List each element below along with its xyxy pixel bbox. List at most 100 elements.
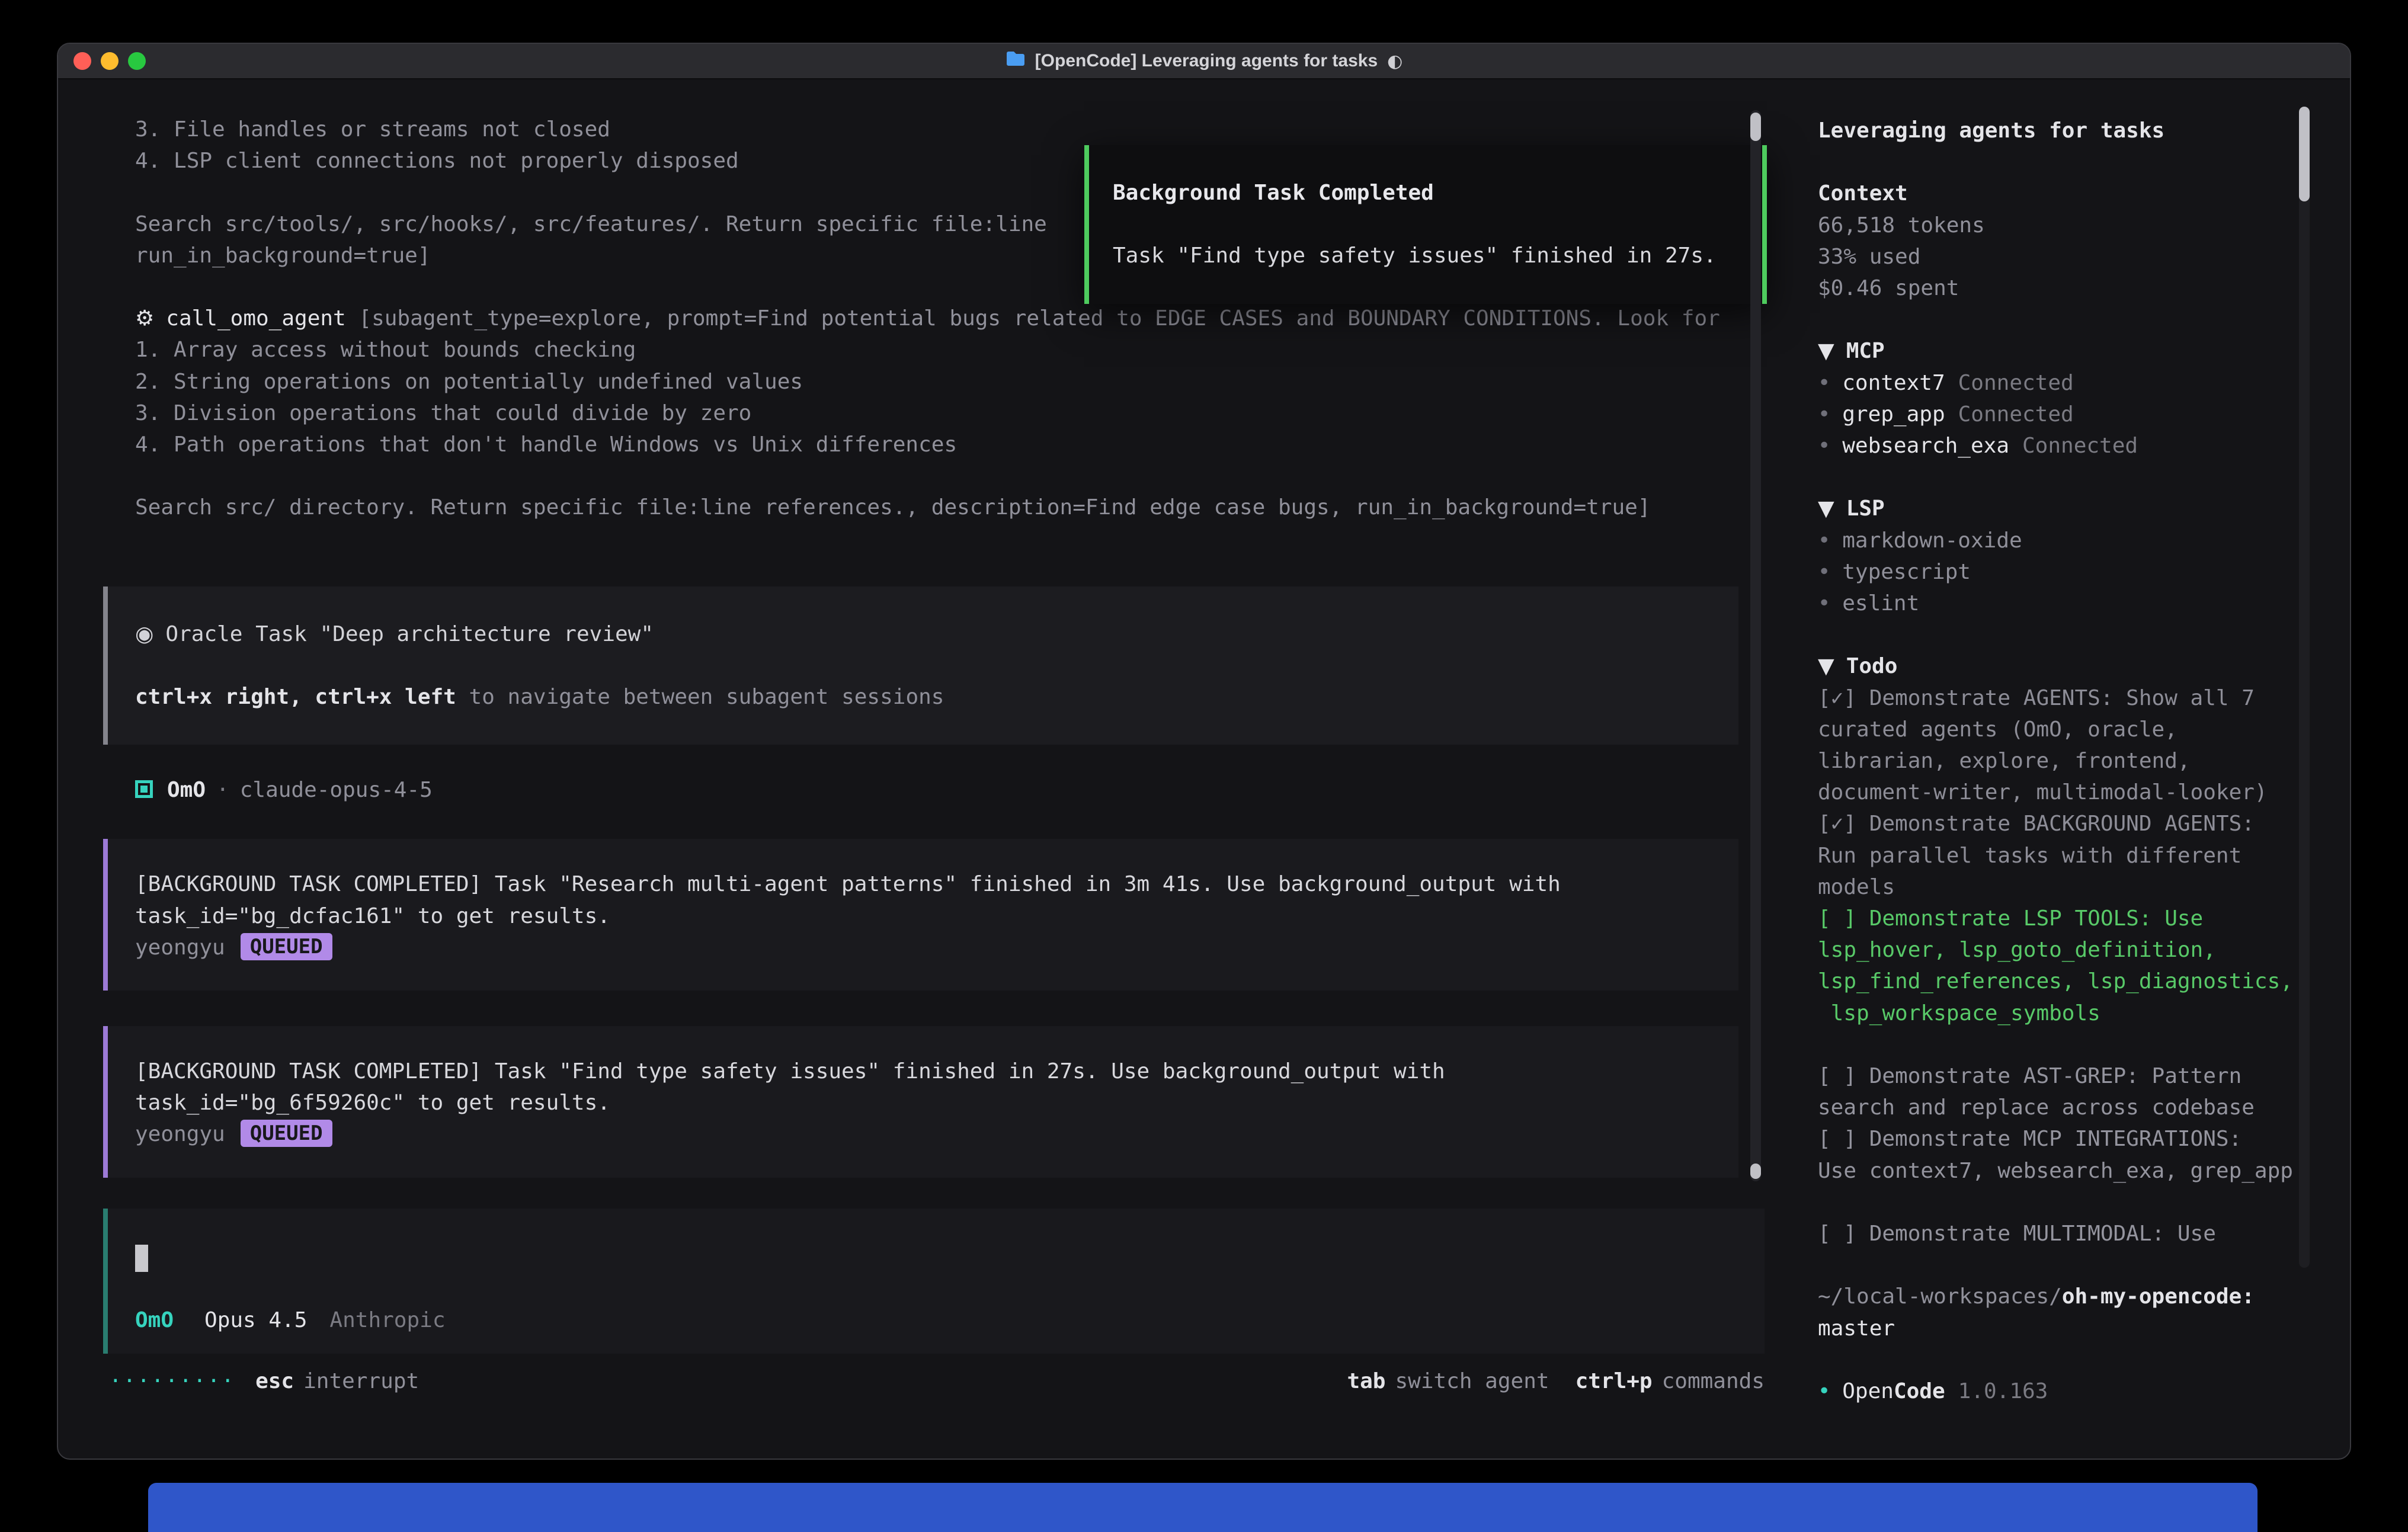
- prompt-input[interactable]: OmOOpus 4.5Anthropic: [103, 1209, 1765, 1354]
- bullet-icon: •: [1818, 434, 1830, 458]
- tab-key-hint: tab: [1347, 1369, 1385, 1393]
- mcp-status: Connected: [1958, 371, 2074, 395]
- oracle-title-line: ◉Oracle Task "Deep architecture review": [135, 618, 1738, 650]
- todo-item-line: [ ] Demonstrate MULTIMODAL: Use: [1818, 1218, 2351, 1249]
- active-model-name: Opus 4.5: [204, 1308, 307, 1332]
- traffic-lights: [58, 52, 146, 70]
- active-agent-name: OmO: [135, 1308, 174, 1332]
- titlebar[interactable]: [OpenCode] Leveraging agents for tasks◐: [58, 44, 2350, 79]
- status-left: ········· esc interrupt: [109, 1366, 419, 1397]
- blank-line: [1818, 304, 2351, 335]
- blank-line: [135, 1273, 1765, 1305]
- bullet-icon: •: [1818, 402, 1830, 427]
- lsp-item: • typescript: [1818, 556, 2351, 588]
- blank-line: [1818, 619, 2351, 650]
- todo-item-line: lsp_find_references, lsp_diagnostics,: [1818, 966, 2351, 997]
- message-line: [BACKGROUND TASK COMPLETED] Task "Find t…: [135, 1056, 1738, 1087]
- todo-item-line: document-writer, multimodal-looker): [1818, 777, 2351, 808]
- app-version: • OpenCode 1.0.163: [1818, 1376, 2351, 1407]
- brand-open: Open: [1842, 1379, 1894, 1403]
- message-line: [BACKGROUND TASK COMPLETED] Task "Resear…: [135, 868, 1738, 900]
- commands-key-label: commands: [1662, 1369, 1765, 1393]
- tool-call-line: ⚙call_omo_agent [subagent_type=explore, …: [103, 303, 1795, 334]
- scrollback-line: 3. File handles or streams not closed: [103, 114, 1795, 145]
- bullet-icon: •: [1818, 560, 1830, 584]
- version-number: 1.0.163: [1958, 1379, 2048, 1403]
- context-used: 33% used: [1818, 241, 2351, 273]
- scrollbar-thumb-bottom[interactable]: [1750, 1164, 1761, 1179]
- bullet-icon: •: [1818, 1379, 1830, 1403]
- scrollback-line: 3. Division operations that could divide…: [103, 398, 1795, 429]
- todo-item-line: [ ] Demonstrate LSP TOOLS: Use: [1818, 903, 2351, 934]
- scrollback-line: Search src/ directory. Return specific f…: [103, 492, 1795, 523]
- todo-item-line: lsp_workspace_symbols: [1818, 998, 2351, 1029]
- tool-args: [subagent_type=explore, prompt=Find pote…: [346, 306, 1720, 331]
- scrollbar-thumb[interactable]: [2299, 107, 2310, 201]
- sidebar-scrollbar[interactable]: [2299, 107, 2310, 1268]
- blank-line: [1113, 209, 1762, 240]
- todo-heading-label: Todo: [1846, 654, 1898, 678]
- blank-line: [1818, 146, 2351, 178]
- lsp-name: markdown-oxide: [1842, 528, 2022, 553]
- caret-down-icon: ▼: [1818, 339, 1834, 363]
- toast-title: Background Task Completed: [1113, 177, 1762, 209]
- close-button[interactable]: [73, 52, 91, 70]
- sidebar: Leveraging agents for tasks Context 66,5…: [1795, 81, 2351, 1459]
- lsp-heading-label: LSP: [1846, 496, 1885, 521]
- workspace-repo: oh-my-opencode:: [2062, 1284, 2255, 1309]
- chat-scrollbar[interactable]: [1750, 110, 1761, 1181]
- scrollbar-thumb[interactable]: [1750, 113, 1761, 141]
- background-task-message: [BACKGROUND TASK COMPLETED] Task "Resear…: [103, 839, 1738, 991]
- hint-text: to navigate between subagent sessions: [456, 685, 944, 709]
- caret-down-icon: ▼: [1818, 654, 1834, 678]
- agent-model: claude-opus-4-5: [240, 778, 433, 802]
- esc-key-label: interrupt: [303, 1369, 419, 1393]
- mcp-item: • grep_app Connected: [1818, 399, 2351, 430]
- zoom-button[interactable]: [128, 52, 146, 70]
- message-author: yeongyu: [135, 935, 225, 960]
- brand-code: Code: [1894, 1379, 1945, 1403]
- main-area: 3. File handles or streams not closed 4.…: [58, 81, 2350, 1459]
- session-title: Leveraging agents for tasks: [1818, 115, 2351, 146]
- minimize-button[interactable]: [101, 52, 119, 70]
- todo-heading: ▼ Todo: [1818, 650, 2351, 682]
- mcp-heading: ▼MCP: [1818, 335, 2351, 367]
- oracle-icon: ◉: [135, 622, 153, 646]
- folder-icon: [1006, 50, 1026, 72]
- toast-notification: Background Task Completed Task "Find typ…: [1084, 145, 1767, 304]
- todo-item-line: search and replace across codebase: [1818, 1092, 2351, 1123]
- mcp-status: Connected: [1958, 402, 2074, 427]
- blank-line: [135, 650, 1738, 681]
- blank-line: [1818, 461, 2351, 493]
- lsp-name: eslint: [1842, 591, 1919, 616]
- context-spent: $0.46 spent: [1818, 273, 2351, 304]
- toast-body: Task "Find type safety issues" finished …: [1113, 240, 1762, 271]
- app-window: [OpenCode] Leveraging agents for tasks◐ …: [57, 43, 2351, 1460]
- scrollback-line: 4. Path operations that don't handle Win…: [103, 429, 1795, 460]
- window-title: [OpenCode] Leveraging agents for tasks◐: [58, 50, 2350, 72]
- chat-pane: 3. File handles or streams not closed 4.…: [58, 81, 1795, 1459]
- mcp-name: context7: [1842, 371, 1945, 395]
- message-line: task_id="bg_dcfac161" to get results.: [135, 900, 1738, 932]
- todo-item-line: [ ] Demonstrate AST-GREP: Pattern: [1818, 1060, 2351, 1092]
- scrollback-line: 1. Array access without bounds checking: [103, 334, 1795, 366]
- mcp-name: grep_app: [1842, 402, 1945, 427]
- message-meta: yeongyu QUEUED: [135, 1118, 1738, 1150]
- todo-item-line: lsp_hover, lsp_goto_definition,: [1818, 934, 2351, 966]
- todo-item-line: [ ] Demonstrate MCP INTEGRATIONS:: [1818, 1123, 2351, 1155]
- blank-line: [1818, 1187, 2351, 1218]
- context-tokens: 66,518 tokens: [1818, 210, 2351, 241]
- message-author: yeongyu: [135, 1122, 225, 1146]
- todo-item-line: [✓] Demonstrate BACKGROUND AGENTS:: [1818, 808, 2351, 839]
- queued-badge: QUEUED: [241, 1120, 332, 1147]
- context-heading: Context: [1818, 178, 2351, 209]
- todo-item-line: Run parallel tasks with different: [1818, 840, 2351, 871]
- blank-line: [1818, 1249, 2351, 1281]
- esc-key-hint: esc: [255, 1369, 294, 1393]
- lsp-name: typescript: [1842, 560, 1971, 584]
- agent-icon: [135, 780, 153, 798]
- commands-key-hint: ctrl+p: [1576, 1369, 1653, 1393]
- git-branch: master: [1818, 1313, 2351, 1344]
- tab-key-label: switch agent: [1395, 1369, 1549, 1393]
- spinner-dots-icon: ·········: [109, 1369, 235, 1393]
